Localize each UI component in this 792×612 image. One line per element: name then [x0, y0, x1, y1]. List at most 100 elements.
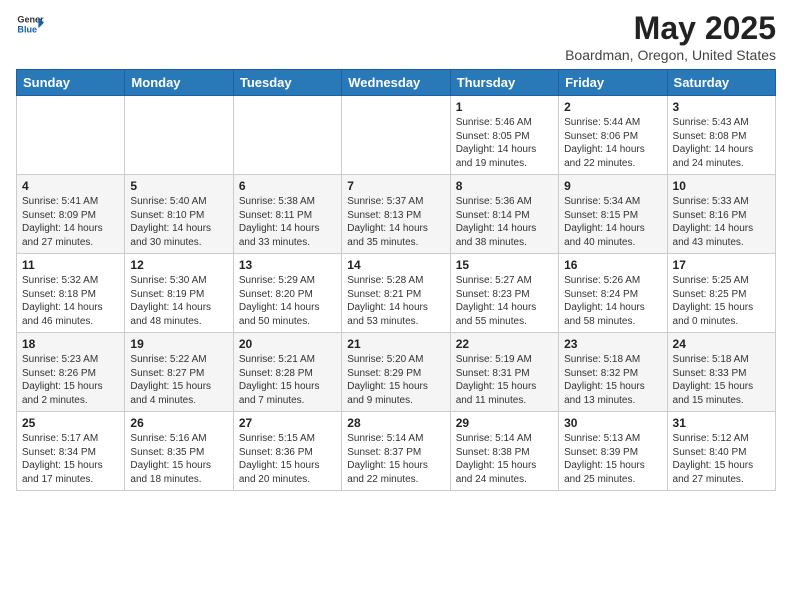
- calendar-week-1: 1 Sunrise: 5:46 AM Sunset: 8:05 PM Daylig…: [17, 96, 776, 175]
- day-number: 4: [22, 179, 119, 193]
- col-thursday: Thursday: [450, 70, 558, 96]
- calendar-cell-w2-d5: 8 Sunrise: 5:36 AM Sunset: 8:14 PM Daylig…: [450, 175, 558, 254]
- day-number: 24: [673, 337, 770, 351]
- calendar-cell-w3-d1: 11 Sunrise: 5:32 AM Sunset: 8:18 PM Dayli…: [17, 254, 125, 333]
- calendar-cell-w3-d4: 14 Sunrise: 5:28 AM Sunset: 8:21 PM Dayli…: [342, 254, 450, 333]
- day-number: 7: [347, 179, 444, 193]
- calendar-cell-w2-d1: 4 Sunrise: 5:41 AM Sunset: 8:09 PM Daylig…: [17, 175, 125, 254]
- day-number: 3: [673, 100, 770, 114]
- day-number: 5: [130, 179, 227, 193]
- col-monday: Monday: [125, 70, 233, 96]
- day-number: 25: [22, 416, 119, 430]
- day-detail: Sunrise: 5:13 AM Sunset: 8:39 PM Dayligh…: [564, 432, 661, 486]
- calendar-cell-w4-d5: 22 Sunrise: 5:19 AM Sunset: 8:31 PM Dayli…: [450, 333, 558, 412]
- day-number: 30: [564, 416, 661, 430]
- calendar-cell-w2-d6: 9 Sunrise: 5:34 AM Sunset: 8:15 PM Daylig…: [559, 175, 667, 254]
- day-number: 8: [456, 179, 553, 193]
- day-number: 19: [130, 337, 227, 351]
- day-number: 6: [239, 179, 336, 193]
- day-detail: Sunrise: 5:46 AM Sunset: 8:05 PM Dayligh…: [456, 116, 553, 170]
- day-detail: Sunrise: 5:33 AM Sunset: 8:16 PM Dayligh…: [673, 195, 770, 249]
- calendar-week-5: 25 Sunrise: 5:17 AM Sunset: 8:34 PM Dayli…: [17, 412, 776, 491]
- calendar-cell-w2-d4: 7 Sunrise: 5:37 AM Sunset: 8:13 PM Daylig…: [342, 175, 450, 254]
- day-number: 16: [564, 258, 661, 272]
- calendar-cell-w4-d7: 24 Sunrise: 5:18 AM Sunset: 8:33 PM Dayli…: [667, 333, 775, 412]
- day-detail: Sunrise: 5:14 AM Sunset: 8:37 PM Dayligh…: [347, 432, 444, 486]
- calendar-cell-w1-d1: [17, 96, 125, 175]
- day-number: 26: [130, 416, 227, 430]
- day-number: 29: [456, 416, 553, 430]
- calendar-cell-w4-d1: 18 Sunrise: 5:23 AM Sunset: 8:26 PM Dayli…: [17, 333, 125, 412]
- day-number: 31: [673, 416, 770, 430]
- svg-text:Blue: Blue: [17, 24, 37, 34]
- day-detail: Sunrise: 5:34 AM Sunset: 8:15 PM Dayligh…: [564, 195, 661, 249]
- day-detail: Sunrise: 5:25 AM Sunset: 8:25 PM Dayligh…: [673, 274, 770, 328]
- day-detail: Sunrise: 5:17 AM Sunset: 8:34 PM Dayligh…: [22, 432, 119, 486]
- day-detail: Sunrise: 5:36 AM Sunset: 8:14 PM Dayligh…: [456, 195, 553, 249]
- calendar-cell-w3-d5: 15 Sunrise: 5:27 AM Sunset: 8:23 PM Dayli…: [450, 254, 558, 333]
- day-detail: Sunrise: 5:18 AM Sunset: 8:32 PM Dayligh…: [564, 353, 661, 407]
- calendar-cell-w3-d2: 12Sunrise: 5:30 AM Sunset: 8:19 PM Dayli…: [125, 254, 233, 333]
- day-number: 22: [456, 337, 553, 351]
- calendar-week-3: 11 Sunrise: 5:32 AM Sunset: 8:18 PM Dayli…: [17, 254, 776, 333]
- day-detail: Sunrise: 5:22 AM Sunset: 8:27 PM Dayligh…: [130, 353, 227, 407]
- day-detail: Sunrise: 5:20 AM Sunset: 8:29 PM Dayligh…: [347, 353, 444, 407]
- day-detail: Sunrise: 5:23 AM Sunset: 8:26 PM Dayligh…: [22, 353, 119, 407]
- calendar-cell-w2-d2: 5 Sunrise: 5:40 AM Sunset: 8:10 PM Daylig…: [125, 175, 233, 254]
- title-block: May 2025 Boardman, Oregon, United States: [565, 10, 776, 63]
- day-detail: Sunrise: 5:37 AM Sunset: 8:13 PM Dayligh…: [347, 195, 444, 249]
- col-friday: Friday: [559, 70, 667, 96]
- day-number: 18: [22, 337, 119, 351]
- col-wednesday: Wednesday: [342, 70, 450, 96]
- day-detail: Sunrise: 5:41 AM Sunset: 8:09 PM Dayligh…: [22, 195, 119, 249]
- col-tuesday: Tuesday: [233, 70, 341, 96]
- subtitle: Boardman, Oregon, United States: [565, 47, 776, 63]
- day-detail: Sunrise: 5:19 AM Sunset: 8:31 PM Dayligh…: [456, 353, 553, 407]
- day-number: 15: [456, 258, 553, 272]
- calendar-cell-w5-d5: 29 Sunrise: 5:14 AM Sunset: 8:38 PM Dayli…: [450, 412, 558, 491]
- day-number: 20: [239, 337, 336, 351]
- day-number: 23: [564, 337, 661, 351]
- calendar-cell-w3-d7: 17 Sunrise: 5:25 AM Sunset: 8:25 PM Dayli…: [667, 254, 775, 333]
- calendar-cell-w4-d3: 20Sunrise: 5:21 AM Sunset: 8:28 PM Dayli…: [233, 333, 341, 412]
- col-saturday: Saturday: [667, 70, 775, 96]
- calendar-cell-w5-d7: 31Sunrise: 5:12 AM Sunset: 8:40 PM Dayli…: [667, 412, 775, 491]
- day-detail: Sunrise: 5:40 AM Sunset: 8:10 PM Dayligh…: [130, 195, 227, 249]
- day-number: 13: [239, 258, 336, 272]
- calendar-cell-w3-d6: 16 Sunrise: 5:26 AM Sunset: 8:24 PM Dayli…: [559, 254, 667, 333]
- calendar-cell-w5-d6: 30 Sunrise: 5:13 AM Sunset: 8:39 PM Dayli…: [559, 412, 667, 491]
- day-detail: Sunrise: 5:29 AM Sunset: 8:20 PM Dayligh…: [239, 274, 336, 328]
- calendar-cell-w5-d3: 27 Sunrise: 5:15 AM Sunset: 8:36 PM Dayli…: [233, 412, 341, 491]
- day-number: 14: [347, 258, 444, 272]
- day-number: 2: [564, 100, 661, 114]
- calendar-week-4: 18 Sunrise: 5:23 AM Sunset: 8:26 PM Dayli…: [17, 333, 776, 412]
- calendar-cell-w4-d2: 19 Sunrise: 5:22 AM Sunset: 8:27 PM Dayli…: [125, 333, 233, 412]
- day-detail: Sunrise: 5:16 AM Sunset: 8:35 PM Dayligh…: [130, 432, 227, 486]
- calendar-cell-w1-d2: [125, 96, 233, 175]
- logo: General Blue: [16, 10, 44, 38]
- day-detail: Sunrise: 5:38 AM Sunset: 8:11 PM Dayligh…: [239, 195, 336, 249]
- day-detail: Sunrise: 5:15 AM Sunset: 8:36 PM Dayligh…: [239, 432, 336, 486]
- calendar-header-row: Sunday Monday Tuesday Wednesday Thursday…: [17, 70, 776, 96]
- day-detail: Sunrise: 5:14 AM Sunset: 8:38 PM Dayligh…: [456, 432, 553, 486]
- day-detail: Sunrise: 5:30 AM Sunset: 8:19 PM Dayligh…: [130, 274, 227, 328]
- calendar-week-2: 4 Sunrise: 5:41 AM Sunset: 8:09 PM Daylig…: [17, 175, 776, 254]
- calendar-table: Sunday Monday Tuesday Wednesday Thursday…: [16, 69, 776, 491]
- calendar-cell-w1-d6: 2Sunrise: 5:44 AM Sunset: 8:06 PM Daylig…: [559, 96, 667, 175]
- day-detail: Sunrise: 5:28 AM Sunset: 8:21 PM Dayligh…: [347, 274, 444, 328]
- calendar-cell-w5-d2: 26 Sunrise: 5:16 AM Sunset: 8:35 PM Dayli…: [125, 412, 233, 491]
- calendar-cell-w1-d5: 1 Sunrise: 5:46 AM Sunset: 8:05 PM Daylig…: [450, 96, 558, 175]
- day-number: 9: [564, 179, 661, 193]
- day-detail: Sunrise: 5:32 AM Sunset: 8:18 PM Dayligh…: [22, 274, 119, 328]
- day-number: 17: [673, 258, 770, 272]
- day-number: 1: [456, 100, 553, 114]
- day-number: 27: [239, 416, 336, 430]
- day-detail: Sunrise: 5:18 AM Sunset: 8:33 PM Dayligh…: [673, 353, 770, 407]
- day-number: 11: [22, 258, 119, 272]
- page-header: General Blue May 2025 Boardman, Oregon, …: [16, 10, 776, 63]
- day-detail: Sunrise: 5:26 AM Sunset: 8:24 PM Dayligh…: [564, 274, 661, 328]
- day-detail: Sunrise: 5:27 AM Sunset: 8:23 PM Dayligh…: [456, 274, 553, 328]
- calendar-cell-w1-d7: 3 Sunrise: 5:43 AM Sunset: 8:08 PM Daylig…: [667, 96, 775, 175]
- day-detail: Sunrise: 5:43 AM Sunset: 8:08 PM Dayligh…: [673, 116, 770, 170]
- day-number: 10: [673, 179, 770, 193]
